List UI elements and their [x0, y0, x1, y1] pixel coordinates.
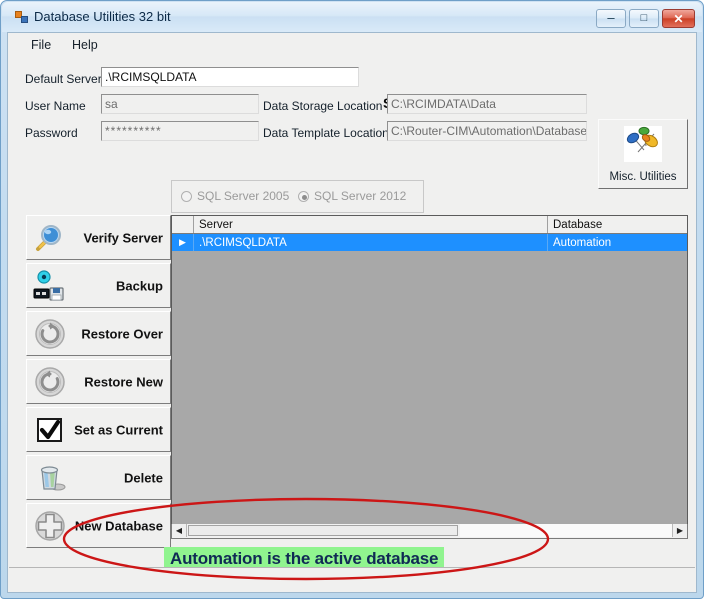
verify-server-button[interactable]: Verify Server — [26, 215, 171, 260]
grid-header-row: Server Database Created Date — [172, 216, 687, 234]
restore-over-label: Restore Over — [81, 326, 163, 341]
backup-disk-icon — [33, 269, 67, 303]
pushpins-icon — [624, 126, 662, 162]
user-name-label: User Name — [25, 99, 86, 113]
menu-item-help[interactable]: Help — [66, 37, 104, 53]
radio-sql-server-2005-label: SQL Server 2005 — [197, 189, 290, 203]
checkbox-check-icon — [33, 413, 67, 447]
verify-server-label: Verify Server — [83, 230, 163, 245]
menu-bar: File Help — [8, 33, 696, 56]
grid-header-indicator — [172, 216, 194, 233]
scroll-left-icon[interactable]: ◀ — [172, 524, 187, 537]
menu-item-file[interactable]: File — [25, 37, 57, 53]
scrollbar-track[interactable] — [460, 524, 672, 537]
client-area: File Help Default Server .\RCIMSQLDATA U… — [7, 32, 697, 593]
database-grid[interactable]: Server Database Created Date ▶ .\RCIMSQL… — [171, 215, 688, 537]
vb-form-icon — [15, 11, 28, 24]
scrollbar-thumb[interactable] — [188, 525, 458, 536]
grid-header-database[interactable]: Database — [548, 216, 687, 233]
user-name-input[interactable]: sa — [101, 94, 259, 114]
close-icon: ✕ — [673, 11, 684, 26]
password-label: Password — [25, 126, 78, 140]
status-bar — [9, 567, 695, 591]
table-row[interactable]: ▶ .\RCIMSQLDATA Automation 3/4/2014 12:0… — [172, 234, 687, 251]
default-server-input[interactable]: .\RCIMSQLDATA — [101, 67, 359, 87]
application-window: Database Utilities 32 bit – □ ✕ File Hel… — [0, 0, 704, 599]
backup-label: Backup — [116, 278, 163, 293]
sql-version-group: SQL Server 2005 SQL Server 2012 — [171, 180, 424, 213]
data-storage-location-label: Data Storage Location — [263, 99, 383, 113]
row-database-cell: Automation — [548, 234, 687, 251]
close-button[interactable]: ✕ — [662, 9, 695, 28]
delete-label: Delete — [123, 470, 163, 485]
trash-can-icon — [33, 461, 67, 495]
restore-over-button[interactable]: Restore Over — [26, 311, 171, 356]
scroll-right-icon[interactable]: ▶ — [672, 524, 687, 537]
new-database-label: New Database — [74, 518, 163, 533]
row-indicator-icon: ▶ — [172, 234, 194, 251]
restore-cw-icon — [33, 317, 67, 351]
maximize-icon: □ — [640, 12, 648, 24]
delete-button[interactable]: Delete — [26, 455, 171, 500]
data-storage-location-input[interactable]: C:\RCIMDATA\Data — [387, 94, 587, 114]
minimize-button[interactable]: – — [596, 9, 626, 28]
misc-utilities-label: Misc. Utilities — [609, 171, 677, 183]
radio-sql-server-2012-label: SQL Server 2012 — [314, 189, 407, 203]
password-input[interactable]: ********** — [101, 121, 259, 141]
magnifier-icon — [33, 221, 67, 255]
radio-dot-icon — [298, 190, 309, 202]
data-template-location-label: Data Template Location — [263, 126, 389, 140]
plus-cross-icon — [33, 509, 67, 543]
data-template-location-input[interactable]: C:\Router-CIM\Automation\Database\Ba — [387, 121, 587, 141]
misc-utilities-button[interactable]: Misc. Utilities — [598, 119, 688, 189]
new-database-button[interactable]: New Database — [26, 503, 171, 548]
title-bar: Database Utilities 32 bit – □ ✕ — [2, 2, 702, 32]
restore-ccw-icon — [33, 365, 67, 399]
set-as-current-label: Set as Current — [74, 422, 163, 437]
backup-button[interactable]: Backup — [26, 263, 171, 308]
restore-new-button[interactable]: Restore New — [26, 359, 171, 404]
radio-dot-icon — [181, 190, 192, 202]
radio-sql-server-2005[interactable]: SQL Server 2005 — [181, 189, 289, 203]
default-server-label: Default Server — [25, 72, 102, 86]
radio-sql-server-2012[interactable]: SQL Server 2012 — [298, 189, 406, 203]
window-title: Database Utilities 32 bit — [34, 9, 171, 24]
restore-new-label: Restore New — [84, 374, 163, 389]
grid-header-server[interactable]: Server — [194, 216, 548, 233]
row-server-cell: .\RCIMSQLDATA — [194, 234, 548, 251]
grid-horizontal-scrollbar[interactable]: ◀ ▶ — [171, 524, 688, 539]
set-as-current-button[interactable]: Set as Current — [26, 407, 171, 452]
minimize-icon: – — [607, 10, 615, 25]
maximize-button[interactable]: □ — [629, 9, 659, 28]
